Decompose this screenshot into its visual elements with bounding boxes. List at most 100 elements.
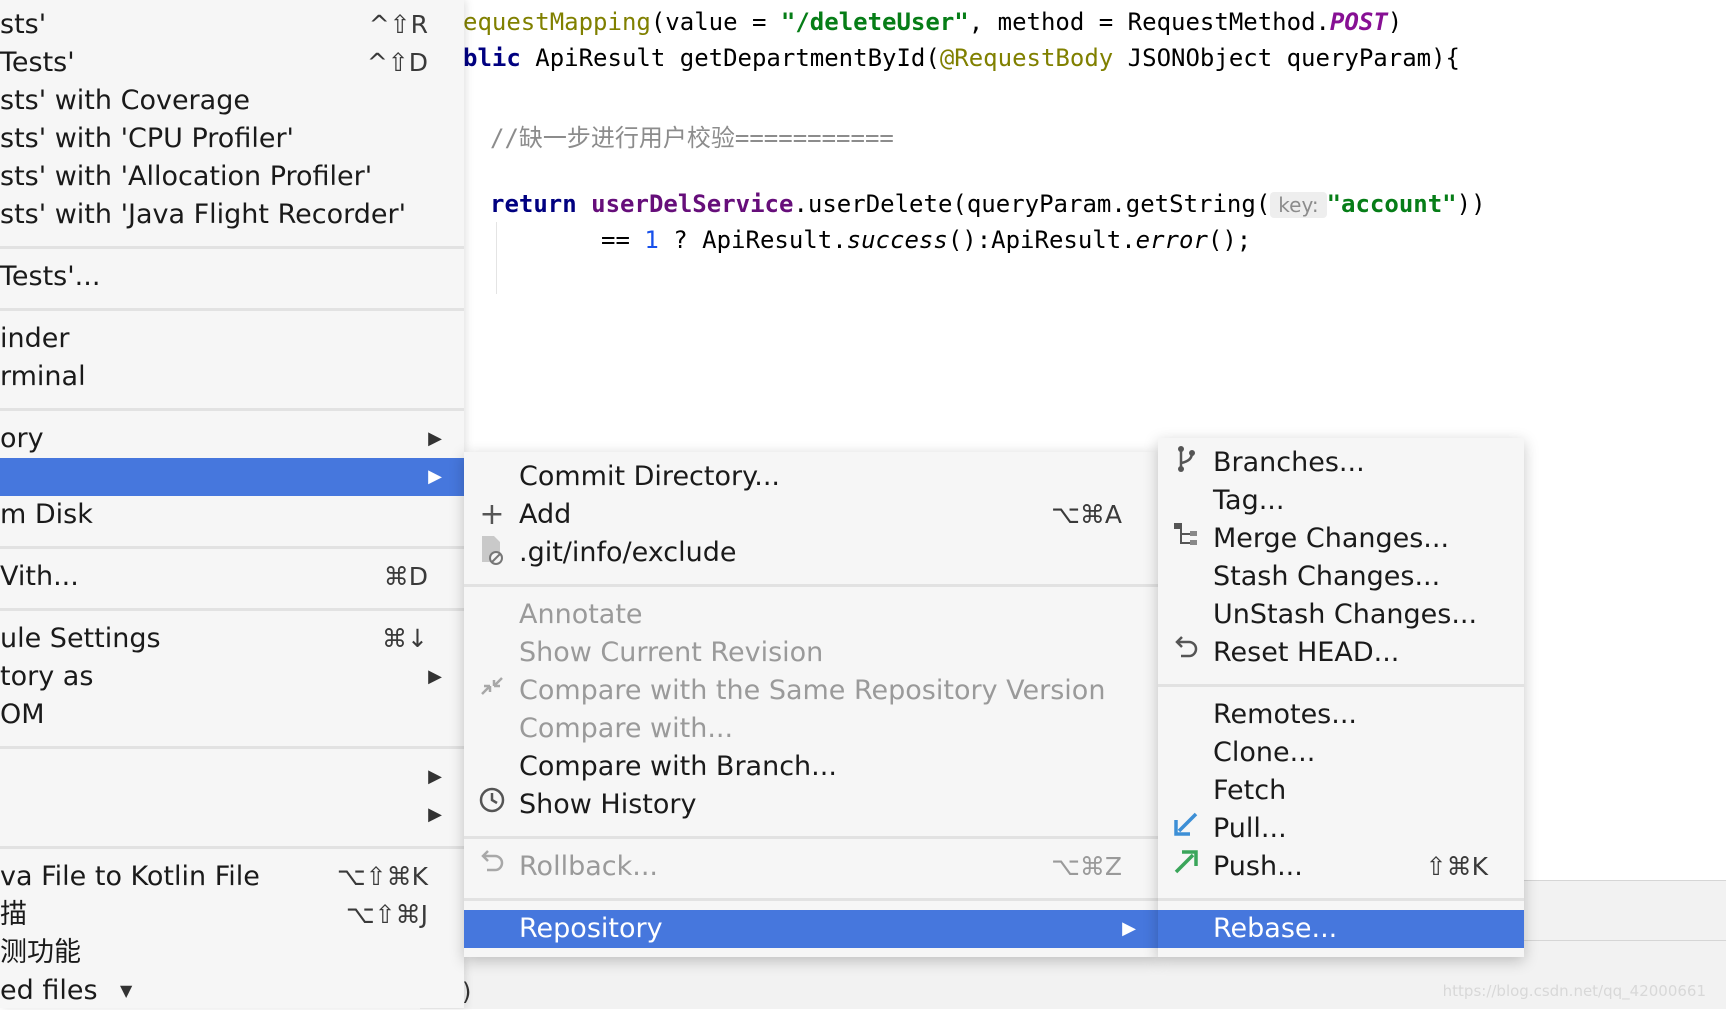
submenu-arrow-icon: ▶ <box>428 766 442 787</box>
request-body-annotation: @RequestBody <box>939 44 1114 72</box>
menu-item-label: Show History <box>519 789 697 820</box>
menu-item-git[interactable]: ▶ <box>0 458 464 496</box>
menu-item-rebase[interactable]: Rebase... <box>1158 910 1524 948</box>
code-text: ? ApiResult. <box>658 226 847 254</box>
menu-item-local-history[interactable]: ory ▶ <box>0 420 464 458</box>
menu-item-label: Rebase... <box>1213 913 1338 944</box>
menu-item-show-history[interactable]: Show History <box>464 786 1158 824</box>
menu-item-commit-directory[interactable]: Commit Directory... <box>464 458 1158 496</box>
menu-item-stash-changes[interactable]: Stash Changes... <box>1158 558 1524 596</box>
menu-item-label: Add <box>519 499 572 530</box>
menu-item-label: ule Settings <box>0 623 161 654</box>
method-call: error <box>1135 226 1208 254</box>
request-mapping-annotation: equestMapping <box>463 8 651 36</box>
menu-item-remotes[interactable]: Remotes... <box>1158 696 1524 734</box>
menu-item-scan[interactable]: 描 ⌥⇧⌘J <box>0 896 464 934</box>
menu-item-pull[interactable]: Pull... <box>1158 810 1524 848</box>
menu-item-label: Tag... <box>1213 485 1285 516</box>
string-literal: "account" <box>1326 190 1457 218</box>
menu-item-compare-with[interactable]: Compare with... <box>464 710 1158 748</box>
menu-item-reload-from-disk[interactable]: m Disk <box>0 496 464 534</box>
submenu-arrow-icon: ▶ <box>428 428 442 449</box>
menu-separator <box>464 836 1158 839</box>
menu-item-rollback[interactable]: Rollback... ⌥⌘Z <box>464 848 1158 886</box>
menu-item-submenu-1[interactable]: ▶ <box>0 758 464 796</box>
menu-item-run-with-allocation-profiler[interactable]: sts' with 'Allocation Profiler' <box>0 158 464 196</box>
menu-item-branches[interactable]: Branches... <box>1158 444 1524 482</box>
menu-item-fetch[interactable]: Fetch <box>1158 772 1524 810</box>
menu-item-run-with-coverage[interactable]: sts' with Coverage <box>0 82 464 120</box>
menu-item-repository[interactable]: Repository ▶ <box>464 910 1158 948</box>
menu-item-git-exclude[interactable]: .git/info/exclude <box>464 534 1158 572</box>
menu-item-add[interactable]: + Add ⌥⌘A <box>464 496 1158 534</box>
menu-item-detect-function[interactable]: 测功能 <box>0 934 464 972</box>
menu-item-label: Repository <box>519 913 663 944</box>
menu-item-label: Merge Changes... <box>1213 523 1450 554</box>
menu-item-module-settings[interactable]: ule Settings ⌘↓ <box>0 620 464 658</box>
menu-item-remove-bom[interactable]: OM <box>0 696 464 734</box>
menu-item-changed-files[interactable]: ed files ▼ <box>0 972 464 1010</box>
menu-item-label: sts' with 'CPU Profiler' <box>0 123 294 154</box>
shortcut: ⌥⇧⌘K <box>336 862 428 891</box>
shortcut: ^⇧R <box>368 10 428 39</box>
rollback-icon <box>478 848 506 887</box>
submenu-arrow-icon: ▶ <box>428 466 442 487</box>
menu-item-push[interactable]: Push... ⇧⌘K <box>1158 848 1524 886</box>
code-text: )) <box>1456 190 1486 218</box>
menu-item-tag[interactable]: Tag... <box>1158 482 1524 520</box>
menu-item-run-with-cpu-profiler[interactable]: sts' with 'CPU Profiler' <box>0 120 464 158</box>
menu-separator <box>0 308 464 311</box>
menu-item-label: Fetch <box>1213 775 1287 806</box>
parameter-hint: key: <box>1270 192 1327 218</box>
code-text: ApiResult getDepartmentById( <box>520 44 940 72</box>
menu-item-merge-changes[interactable]: Merge Changes... <box>1158 520 1524 558</box>
menu-item-unstash-changes[interactable]: UnStash Changes... <box>1158 596 1524 634</box>
menu-item-label: 测功能 <box>0 937 81 968</box>
shortcut: ⇧⌘K <box>1425 852 1488 881</box>
menu-item-label: ed files <box>0 975 98 1006</box>
menu-item-label: Pull... <box>1213 813 1287 844</box>
code-line-4: return userDelService.userDelete(queryPa… <box>490 190 1486 218</box>
menu-item-label: tory as <box>0 661 94 692</box>
menu-separator <box>0 546 464 549</box>
code-text: ():ApiResult. <box>947 226 1136 254</box>
menu-item-show-current-revision[interactable]: Show Current Revision <box>464 634 1158 672</box>
menu-item-label: inder <box>0 323 70 354</box>
menu-item-reveal-in-finder[interactable]: inder <box>0 320 464 358</box>
menu-item-label: Tests' <box>0 47 75 78</box>
submenu-arrow-icon: ▶ <box>428 666 442 687</box>
menu-item-debug-tests[interactable]: Tests' ^⇧D <box>0 44 464 82</box>
reset-icon <box>1172 634 1200 673</box>
code-text: JSONObject queryParam){ <box>1113 44 1460 72</box>
menu-item-run-with-jfr[interactable]: sts' with 'Java Flight Recorder' <box>0 196 464 234</box>
method-call: success <box>846 226 948 254</box>
branch-icon <box>1172 444 1200 485</box>
menu-item-clone[interactable]: Clone... <box>1158 734 1524 772</box>
menu-item-compare-with-branch[interactable]: Compare with Branch... <box>464 748 1158 786</box>
menu-item-annotate[interactable]: Annotate <box>464 596 1158 634</box>
menu-item-submenu-2[interactable]: ▶ <box>0 796 464 834</box>
menu-item-label: rminal <box>0 361 86 392</box>
menu-item-label: Clone... <box>1213 737 1316 768</box>
code-comment: //缺一步进行用户校验=========== <box>490 124 894 152</box>
service-field: userDelService <box>591 190 794 218</box>
menu-item-reset-head[interactable]: Reset HEAD... <box>1158 634 1524 672</box>
push-icon <box>1172 848 1200 887</box>
menu-item-convert-to-kotlin[interactable]: va File to Kotlin File ⌥⇧⌘K <box>0 858 464 896</box>
code-text: ) <box>1387 8 1403 36</box>
code-text: , method = RequestMethod. <box>968 8 1330 36</box>
menu-separator <box>0 408 464 411</box>
context-menu: sts' ^⇧R Tests' ^⇧D sts' with Coverage sts… <box>0 0 464 1008</box>
submenu-arrow-icon: ▶ <box>1122 918 1136 939</box>
menu-item-label: UnStash Changes... <box>1213 599 1478 630</box>
menu-item-compare-with[interactable]: Vith... ⌘D <box>0 558 464 596</box>
menu-item-compare-same-repo-version[interactable]: Compare with the Same Repository Version <box>464 672 1158 710</box>
string-literal: "/deleteUser" <box>780 8 969 36</box>
menu-item-mark-directory-as[interactable]: tory as ▶ <box>0 658 464 696</box>
menu-item-run-tests[interactable]: sts' ^⇧R <box>0 6 464 44</box>
watermark: https://blog.csdn.net/qq_42000661 <box>1442 982 1706 1000</box>
submenu-arrow-icon: ▶ <box>428 804 442 825</box>
menu-item-open-in-terminal[interactable]: rminal <box>0 358 464 396</box>
menu-item-modify-tests[interactable]: Tests'... <box>0 258 464 296</box>
menu-item-label: m Disk <box>0 499 93 530</box>
